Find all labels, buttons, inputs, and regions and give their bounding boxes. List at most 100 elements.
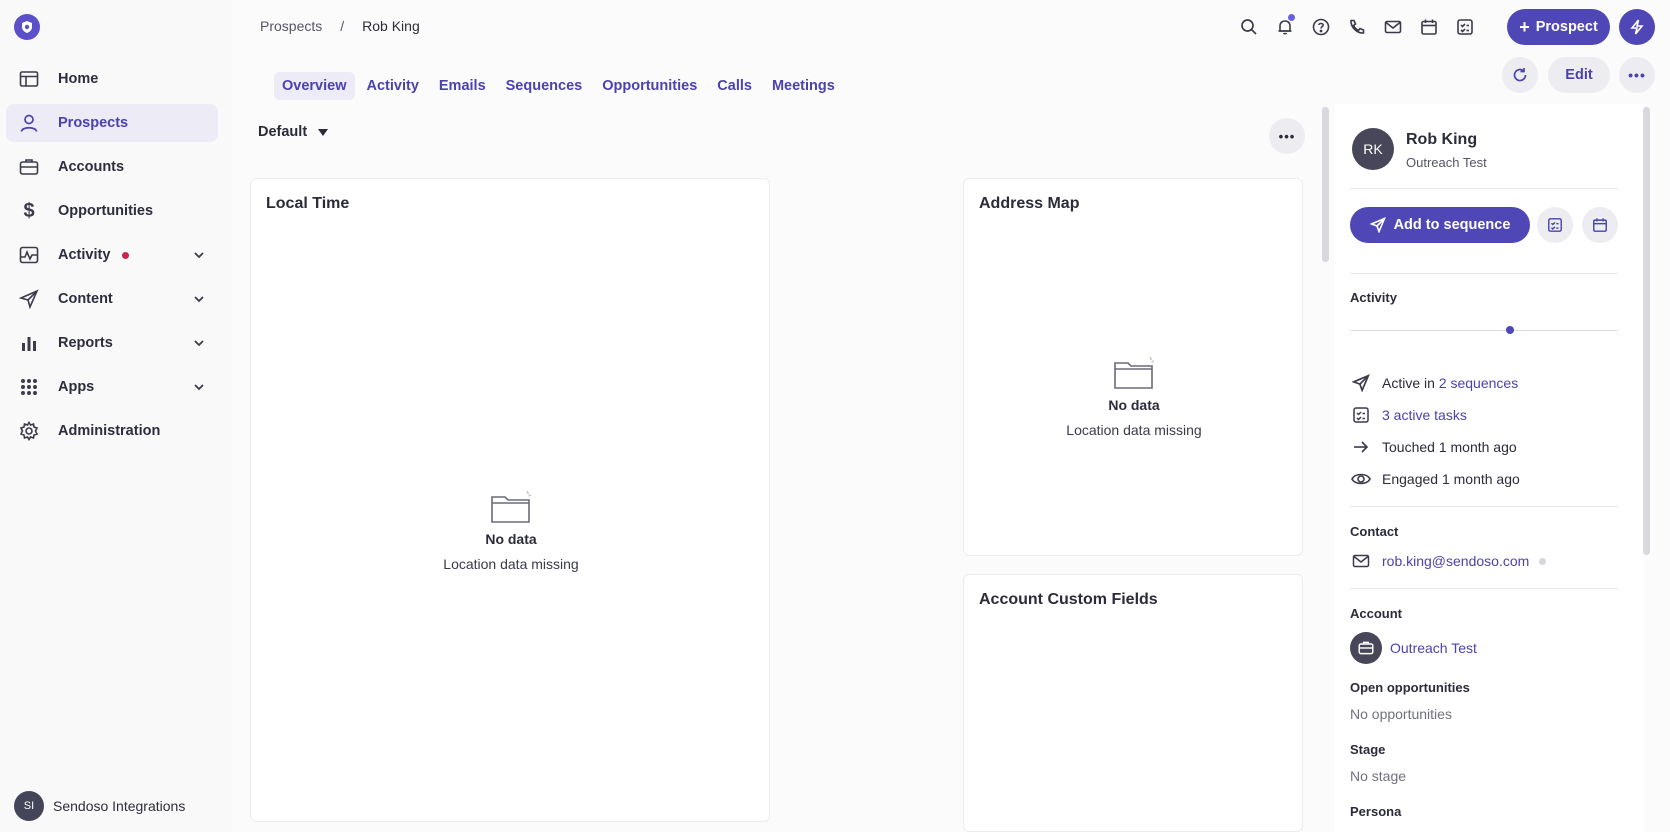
engaged-text: Engaged 1 month ago (1382, 471, 1520, 487)
add-task-button[interactable] (1537, 207, 1573, 243)
sidebar-item-accounts[interactable]: Accounts (6, 148, 218, 186)
help-icon[interactable] (1308, 14, 1333, 39)
activity-badge (122, 251, 130, 259)
sequences-link[interactable]: 2 sequences (1439, 375, 1518, 391)
contact-email-row: rob.king@sendoso.com (1350, 550, 1547, 572)
send-icon (1350, 372, 1372, 394)
mail-icon[interactable] (1380, 14, 1405, 39)
persona-heading: Persona (1350, 804, 1402, 819)
empty-state: No data Location data missing (1014, 355, 1254, 438)
sidebar-item-content[interactable]: Content (6, 280, 218, 318)
account-link[interactable]: Outreach Test (1390, 640, 1477, 656)
search-icon[interactable] (1236, 14, 1261, 39)
sidebar-item-prospects[interactable]: Prospects (6, 104, 218, 142)
card-title: Address Map (979, 195, 1080, 212)
tab-overview[interactable]: Overview (274, 72, 355, 100)
card-address-map: Address Map No data Location data missin… (963, 178, 1303, 556)
sidebar-item-label: Reports (58, 335, 113, 351)
notification-dot (1288, 14, 1295, 21)
sidebar-item-opportunities[interactable]: $ Opportunities (6, 192, 218, 230)
briefcase-icon (1350, 632, 1382, 664)
phone-icon[interactable] (1344, 14, 1369, 39)
ellipsis-icon: ••• (1628, 67, 1646, 83)
breadcrumb: Prospects / Rob King (260, 18, 420, 34)
shield-icon[interactable] (14, 14, 40, 40)
send-icon (18, 288, 40, 310)
email-link[interactable]: rob.king@sendoso.com (1382, 553, 1529, 569)
more-options-button[interactable]: ••• (1619, 57, 1655, 93)
breadcrumb-separator: / (340, 18, 345, 34)
tab-meetings[interactable]: Meetings (764, 72, 843, 100)
chevron-down-icon[interactable] (192, 336, 206, 350)
person-icon (18, 112, 40, 134)
mail-icon (1350, 550, 1372, 572)
tasks-link[interactable]: 3 active tasks (1382, 407, 1467, 423)
main-scrollbar[interactable] (1322, 107, 1329, 262)
bolt-button[interactable] (1619, 9, 1655, 45)
sidebar-item-label: Home (58, 71, 99, 87)
folder-icon (491, 490, 532, 523)
sidebar-item-activity[interactable]: Activity (6, 236, 218, 274)
panel-scrollbar[interactable] (1643, 107, 1650, 555)
stat-engaged: Engaged 1 month ago (1350, 468, 1520, 490)
sidebar: Home Prospects Accounts $ Opportunities … (0, 0, 232, 832)
ellipsis-icon: ••• (1278, 128, 1296, 144)
sidebar-item-label: Content (58, 291, 113, 307)
account-row: Outreach Test (1350, 632, 1477, 664)
gear-icon (18, 420, 40, 442)
card-account-custom-fields: Account Custom Fields (963, 574, 1303, 832)
sidebar-item-label: Accounts (58, 159, 125, 175)
divider (1350, 588, 1618, 589)
dollar-icon: $ (23, 199, 35, 222)
contact-heading: Contact (1350, 524, 1399, 539)
schedule-meeting-button[interactable] (1582, 207, 1618, 243)
chevron-down-icon[interactable] (192, 380, 206, 394)
sidebar-item-reports[interactable]: Reports (6, 324, 218, 362)
task-icon[interactable] (1452, 14, 1477, 39)
sidebar-item-administration[interactable]: Administration (6, 412, 218, 450)
stage-heading: Stage (1350, 742, 1386, 757)
user-name: Sendoso Integrations (53, 798, 186, 814)
grid-icon (18, 376, 40, 398)
chevron-down-icon[interactable] (192, 248, 206, 262)
bar-chart-icon (18, 332, 40, 354)
arrow-right-icon (1350, 436, 1372, 458)
chevron-down-icon[interactable] (192, 292, 206, 306)
avatar: SI (14, 791, 44, 821)
empty-description: Location data missing (1066, 422, 1202, 438)
empty-title: No data (1108, 397, 1160, 413)
avatar: RK (1352, 128, 1394, 170)
sidebar-item-home[interactable]: Home (6, 60, 218, 98)
timeline-marker[interactable] (1506, 326, 1514, 334)
folder-icon (1114, 356, 1155, 389)
tab-bar: Overview Activity Emails Sequences Oppor… (274, 72, 843, 100)
breadcrumb-parent[interactable]: Prospects (260, 18, 322, 34)
empty-state: No data Location data missing (391, 489, 631, 572)
tab-sequences[interactable]: Sequences (498, 72, 591, 100)
activity-timeline[interactable] (1350, 326, 1618, 334)
add-prospect-button[interactable]: + Prospect (1507, 9, 1610, 45)
user-menu[interactable]: SI Sendoso Integrations (14, 791, 185, 821)
add-to-sequence-button[interactable]: Add to sequence (1350, 207, 1530, 243)
layout-options-button[interactable]: ••• (1269, 118, 1305, 154)
calendar-icon[interactable] (1416, 14, 1441, 39)
view-selector[interactable]: Default (258, 124, 329, 140)
sidebar-item-label: Administration (58, 423, 161, 439)
touched-text: Touched 1 month ago (1382, 439, 1517, 455)
sidebar-item-label: Activity (58, 247, 111, 263)
table-icon (18, 68, 40, 90)
account-heading: Account (1350, 606, 1402, 621)
bell-icon[interactable] (1272, 14, 1297, 39)
tab-calls[interactable]: Calls (709, 72, 760, 100)
refresh-button[interactable] (1502, 57, 1538, 93)
sidebar-item-apps[interactable]: Apps (6, 368, 218, 406)
sidebar-item-label: Prospects (58, 115, 129, 131)
breadcrumb-current: Rob King (362, 18, 420, 34)
edit-button[interactable]: Edit (1548, 57, 1610, 93)
sidebar-item-label: Apps (58, 379, 95, 395)
open-opportunities-heading: Open opportunities (1350, 680, 1470, 695)
stat-prefix: Active in (1382, 375, 1435, 391)
tab-opportunities[interactable]: Opportunities (594, 72, 705, 100)
tab-emails[interactable]: Emails (431, 72, 494, 100)
tab-activity[interactable]: Activity (359, 72, 427, 100)
